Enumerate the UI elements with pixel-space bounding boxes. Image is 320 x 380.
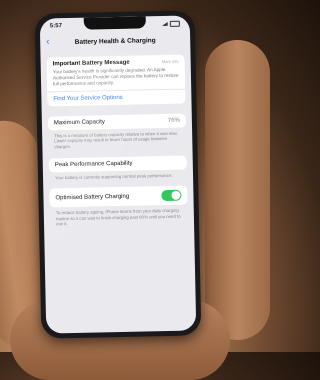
status-icons bbox=[162, 20, 180, 27]
settings-content: Important Battery Message More Info Your… bbox=[41, 54, 195, 227]
optimised-footnote: To reduce battery ageing, iPhone learns … bbox=[55, 207, 181, 227]
performance-label: Peak Performance Capability bbox=[54, 160, 133, 168]
navigation-bar: ‹ Battery Health & Charging bbox=[40, 31, 190, 52]
status-time: 5:57 bbox=[49, 23, 62, 30]
capacity-footnote: This is a measure of battery capacity re… bbox=[54, 130, 178, 150]
toggle-knob bbox=[171, 190, 181, 201]
signal-icon bbox=[162, 22, 168, 26]
battery-icon bbox=[169, 20, 180, 27]
optimised-charging-toggle[interactable] bbox=[161, 189, 182, 202]
battery-message-card: Important Battery Message More Info Your… bbox=[46, 54, 186, 92]
notch bbox=[83, 16, 146, 30]
performance-footnote: Your battery is currently supporting nor… bbox=[54, 172, 173, 180]
capacity-value: 76% bbox=[167, 117, 180, 124]
message-title: Important Battery Message bbox=[52, 59, 130, 68]
iphone: 5:57 ‹ Battery Health & Charging Importa… bbox=[34, 10, 202, 339]
chevron-left-icon[interactable]: ‹ bbox=[46, 36, 58, 47]
optimised-label: Optimised Battery Charging bbox=[55, 193, 130, 202]
find-service-options-link[interactable]: Find Your Service Options bbox=[47, 88, 186, 107]
hand-right bbox=[205, 40, 270, 340]
capacity-label: Maximum Capacity bbox=[53, 119, 105, 127]
phone-screen: 5:57 ‹ Battery Health & Charging Importa… bbox=[39, 15, 197, 334]
more-info-link[interactable]: More Info bbox=[162, 59, 179, 64]
message-text: Your battery's health is significantly d… bbox=[52, 66, 179, 87]
page-title: Battery Health & Charging bbox=[74, 36, 156, 46]
